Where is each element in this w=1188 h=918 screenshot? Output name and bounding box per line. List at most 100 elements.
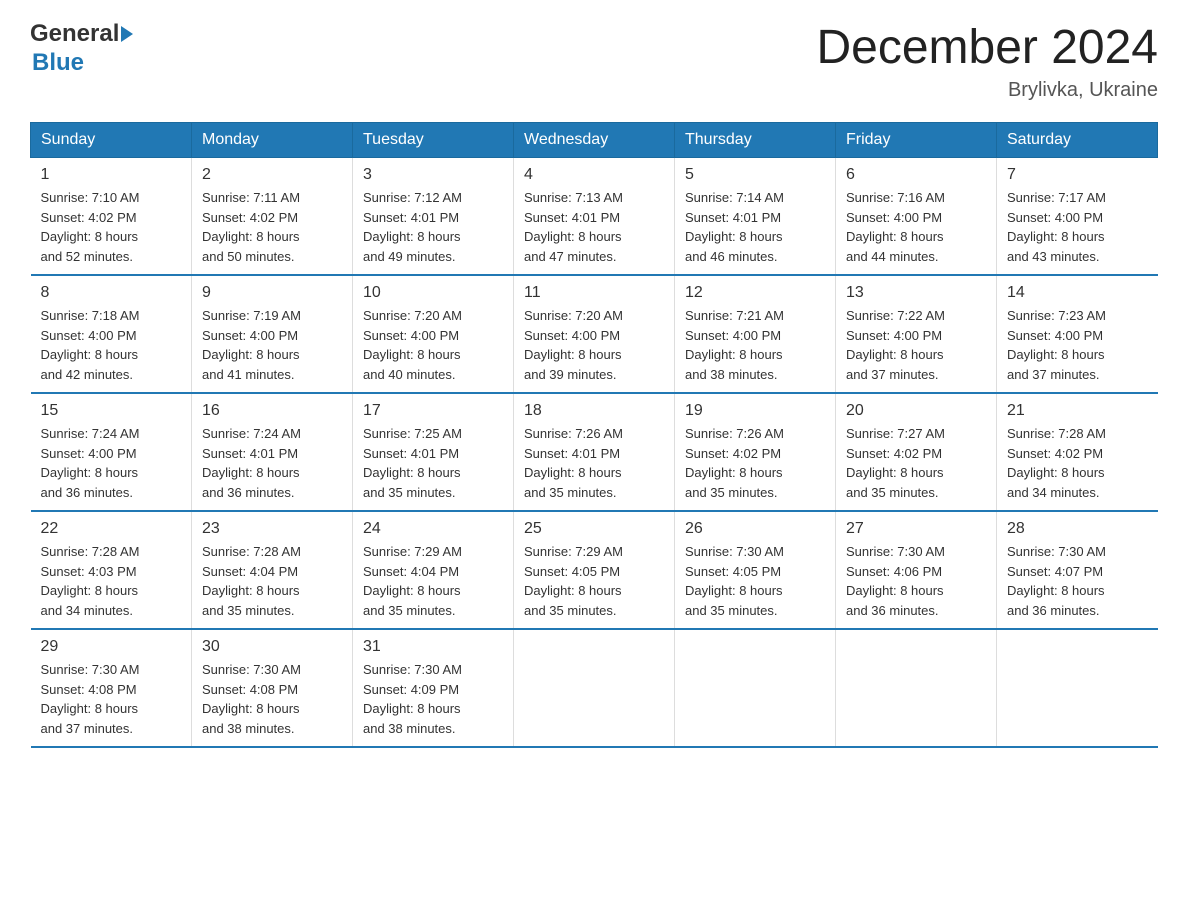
day-cell: 11 Sunrise: 7:20 AM Sunset: 4:00 PM Dayli… <box>514 275 675 393</box>
day-info: Sunrise: 7:30 AM Sunset: 4:08 PM Dayligh… <box>202 660 342 738</box>
day-number: 7 <box>1007 166 1148 184</box>
day-number: 1 <box>41 166 182 184</box>
column-header-friday: Friday <box>836 123 997 158</box>
calendar-header-row: SundayMondayTuesdayWednesdayThursdayFrid… <box>31 123 1158 158</box>
location-label: Brylivka, Ukraine <box>816 79 1158 102</box>
day-number: 6 <box>846 166 986 184</box>
column-header-saturday: Saturday <box>997 123 1158 158</box>
day-info: Sunrise: 7:28 AM Sunset: 4:03 PM Dayligh… <box>41 542 182 620</box>
day-number: 2 <box>202 166 342 184</box>
day-info: Sunrise: 7:14 AM Sunset: 4:01 PM Dayligh… <box>685 188 825 266</box>
day-cell: 3 Sunrise: 7:12 AM Sunset: 4:01 PM Daylig… <box>353 158 514 276</box>
day-cell: 30Sunrise: 7:30 AM Sunset: 4:08 PM Dayli… <box>192 629 353 747</box>
day-number: 9 <box>202 284 342 302</box>
logo-arrow-icon <box>121 26 133 42</box>
day-cell: 26Sunrise: 7:30 AM Sunset: 4:05 PM Dayli… <box>675 511 836 629</box>
week-row-5: 29 Sunrise: 7:30 AM Sunset: 4:08 PM Dayli… <box>31 629 1158 747</box>
day-info: Sunrise: 7:26 AM Sunset: 4:02 PM Dayligh… <box>685 424 825 502</box>
day-cell: 15Sunrise: 7:24 AM Sunset: 4:00 PM Dayli… <box>31 393 192 511</box>
day-cell: 1 Sunrise: 7:10 AM Sunset: 4:02 PM Daylig… <box>31 158 192 276</box>
day-info: Sunrise: 7:17 AM Sunset: 4:00 PM Dayligh… <box>1007 188 1148 266</box>
day-info: Sunrise: 7:23 AM Sunset: 4:00 PM Dayligh… <box>1007 306 1148 384</box>
calendar-table: SundayMondayTuesdayWednesdayThursdayFrid… <box>30 122 1158 748</box>
day-number: 31 <box>363 638 503 656</box>
day-number: 18 <box>524 402 664 420</box>
day-number: 20 <box>846 402 986 420</box>
column-header-wednesday: Wednesday <box>514 123 675 158</box>
day-info: Sunrise: 7:30 AM Sunset: 4:08 PM Dayligh… <box>41 660 182 738</box>
day-info: Sunrise: 7:29 AM Sunset: 4:05 PM Dayligh… <box>524 542 664 620</box>
day-number: 8 <box>41 284 182 302</box>
day-number: 14 <box>1007 284 1148 302</box>
day-number: 28 <box>1007 520 1148 538</box>
day-cell: 27 Sunrise: 7:30 AM Sunset: 4:06 PM Dayli… <box>836 511 997 629</box>
day-number: 25 <box>524 520 664 538</box>
day-info: Sunrise: 7:24 AM Sunset: 4:00 PM Dayligh… <box>41 424 182 502</box>
day-number: 27 <box>846 520 986 538</box>
day-cell: 31 Sunrise: 7:30 AM Sunset: 4:09 PM Dayli… <box>353 629 514 747</box>
day-cell: 19 Sunrise: 7:26 AM Sunset: 4:02 PM Dayli… <box>675 393 836 511</box>
day-cell: 20 Sunrise: 7:27 AM Sunset: 4:02 PM Dayli… <box>836 393 997 511</box>
day-cell: 17Sunrise: 7:25 AM Sunset: 4:01 PM Dayli… <box>353 393 514 511</box>
day-cell: 24Sunrise: 7:29 AM Sunset: 4:04 PM Dayli… <box>353 511 514 629</box>
day-cell: 28 Sunrise: 7:30 AM Sunset: 4:07 PM Dayli… <box>997 511 1158 629</box>
column-header-sunday: Sunday <box>31 123 192 158</box>
day-number: 10 <box>363 284 503 302</box>
day-cell: 22 Sunrise: 7:28 AM Sunset: 4:03 PM Dayli… <box>31 511 192 629</box>
day-info: Sunrise: 7:20 AM Sunset: 4:00 PM Dayligh… <box>524 306 664 384</box>
day-cell <box>836 629 997 747</box>
logo-blue-text: Blue <box>32 49 133 78</box>
day-cell: 29 Sunrise: 7:30 AM Sunset: 4:08 PM Dayli… <box>31 629 192 747</box>
day-info: Sunrise: 7:25 AM Sunset: 4:01 PM Dayligh… <box>363 424 503 502</box>
day-cell: 21 Sunrise: 7:28 AM Sunset: 4:02 PM Dayli… <box>997 393 1158 511</box>
day-number: 3 <box>363 166 503 184</box>
day-info: Sunrise: 7:26 AM Sunset: 4:01 PM Dayligh… <box>524 424 664 502</box>
day-info: Sunrise: 7:28 AM Sunset: 4:02 PM Dayligh… <box>1007 424 1148 502</box>
day-info: Sunrise: 7:30 AM Sunset: 4:07 PM Dayligh… <box>1007 542 1148 620</box>
day-cell: 16Sunrise: 7:24 AM Sunset: 4:01 PM Dayli… <box>192 393 353 511</box>
day-number: 19 <box>685 402 825 420</box>
day-info: Sunrise: 7:10 AM Sunset: 4:02 PM Dayligh… <box>41 188 182 266</box>
week-row-1: 1 Sunrise: 7:10 AM Sunset: 4:02 PM Daylig… <box>31 158 1158 276</box>
day-info: Sunrise: 7:19 AM Sunset: 4:00 PM Dayligh… <box>202 306 342 384</box>
logo-general-text: General <box>30 20 119 49</box>
day-cell: 13Sunrise: 7:22 AM Sunset: 4:00 PM Dayli… <box>836 275 997 393</box>
month-title: December 2024 <box>816 20 1158 75</box>
day-number: 29 <box>41 638 182 656</box>
day-number: 26 <box>685 520 825 538</box>
day-number: 11 <box>524 284 664 302</box>
week-row-3: 15Sunrise: 7:24 AM Sunset: 4:00 PM Dayli… <box>31 393 1158 511</box>
day-info: Sunrise: 7:12 AM Sunset: 4:01 PM Dayligh… <box>363 188 503 266</box>
day-number: 13 <box>846 284 986 302</box>
day-cell: 5 Sunrise: 7:14 AM Sunset: 4:01 PM Daylig… <box>675 158 836 276</box>
page-header: General Blue December 2024 Brylivka, Ukr… <box>30 20 1158 102</box>
day-number: 12 <box>685 284 825 302</box>
day-cell <box>997 629 1158 747</box>
day-number: 22 <box>41 520 182 538</box>
day-info: Sunrise: 7:30 AM Sunset: 4:09 PM Dayligh… <box>363 660 503 738</box>
day-number: 21 <box>1007 402 1148 420</box>
column-header-monday: Monday <box>192 123 353 158</box>
day-info: Sunrise: 7:16 AM Sunset: 4:00 PM Dayligh… <box>846 188 986 266</box>
day-info: Sunrise: 7:29 AM Sunset: 4:04 PM Dayligh… <box>363 542 503 620</box>
day-cell: 12 Sunrise: 7:21 AM Sunset: 4:00 PM Dayli… <box>675 275 836 393</box>
day-number: 4 <box>524 166 664 184</box>
day-number: 16 <box>202 402 342 420</box>
title-area: December 2024 Brylivka, Ukraine <box>816 20 1158 102</box>
day-number: 5 <box>685 166 825 184</box>
day-cell <box>514 629 675 747</box>
week-row-2: 8 Sunrise: 7:18 AM Sunset: 4:00 PM Daylig… <box>31 275 1158 393</box>
day-cell: 25 Sunrise: 7:29 AM Sunset: 4:05 PM Dayli… <box>514 511 675 629</box>
day-cell: 2Sunrise: 7:11 AM Sunset: 4:02 PM Daylig… <box>192 158 353 276</box>
day-info: Sunrise: 7:13 AM Sunset: 4:01 PM Dayligh… <box>524 188 664 266</box>
logo: General Blue <box>30 20 133 78</box>
day-cell: 6 Sunrise: 7:16 AM Sunset: 4:00 PM Daylig… <box>836 158 997 276</box>
day-cell: 14 Sunrise: 7:23 AM Sunset: 4:00 PM Dayli… <box>997 275 1158 393</box>
day-info: Sunrise: 7:18 AM Sunset: 4:00 PM Dayligh… <box>41 306 182 384</box>
day-cell: 8 Sunrise: 7:18 AM Sunset: 4:00 PM Daylig… <box>31 275 192 393</box>
day-info: Sunrise: 7:27 AM Sunset: 4:02 PM Dayligh… <box>846 424 986 502</box>
day-info: Sunrise: 7:30 AM Sunset: 4:06 PM Dayligh… <box>846 542 986 620</box>
day-cell: 23Sunrise: 7:28 AM Sunset: 4:04 PM Dayli… <box>192 511 353 629</box>
day-cell: 10Sunrise: 7:20 AM Sunset: 4:00 PM Dayli… <box>353 275 514 393</box>
day-info: Sunrise: 7:21 AM Sunset: 4:00 PM Dayligh… <box>685 306 825 384</box>
